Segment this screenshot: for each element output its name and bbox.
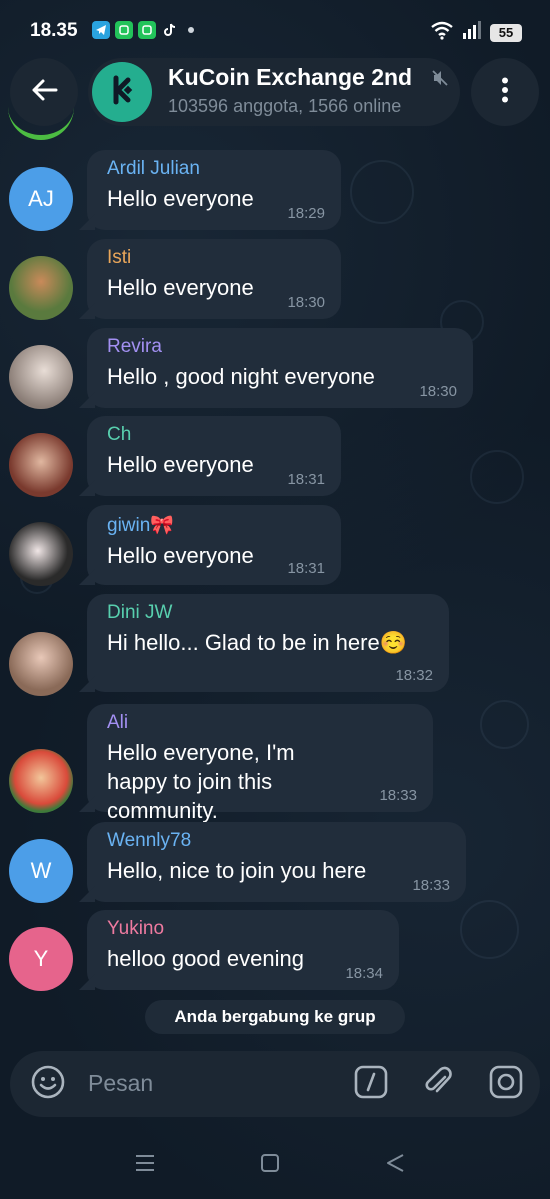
more-vertical-icon [501,77,509,108]
mute-icon [430,68,450,88]
paperclip-icon [421,1065,455,1104]
avatar[interactable] [9,433,73,497]
message-bubble[interactable]: Wennly78 Hello, nice to join you here 18… [87,822,466,902]
message-time: 18:31 [287,560,325,577]
message-time: 18:29 [287,205,325,222]
status-bar: 18.35 55 [0,0,550,60]
avatar[interactable]: W [9,839,73,903]
chat-header[interactable]: KuCoin Exchange 2nd 103596 anggota, 1566… [88,58,460,126]
status-time: 18.35 [30,20,78,41]
arrow-left-icon [30,78,58,107]
emoji-icon [30,1064,66,1105]
message-bubble[interactable]: Ardil Julian Hello everyone 18:29 [87,150,341,230]
message-text: Hello everyone, I'm happy to join this c… [107,740,295,823]
wechat-app-icon-2 [138,21,156,39]
attach-button[interactable] [418,1064,458,1104]
telegram-app-icon [92,21,110,39]
message-text: helloo good evening [107,946,304,971]
message-text: Hello , good night everyone [107,364,375,389]
sender-name[interactable]: Dini JW [107,602,429,624]
home-button[interactable] [257,1152,283,1178]
status-app-icons [92,21,194,39]
message-time: 18:30 [419,383,457,400]
sender-name[interactable]: Ardil Julian [107,158,321,180]
message-input-bar[interactable]: Pesan [10,1051,540,1117]
kucoin-logo-icon [102,70,142,115]
back-nav-button[interactable] [382,1152,408,1178]
avatar[interactable] [9,256,73,320]
camera-button[interactable] [486,1064,526,1104]
wechat-app-icon [115,21,133,39]
slash-command-icon [354,1065,388,1104]
message-bubble[interactable]: Yukino helloo good evening 18:34 [87,910,399,990]
sender-name[interactable]: giwin🎀 [107,513,321,537]
sender-name[interactable]: Revira [107,336,453,358]
avatar[interactable] [9,749,73,813]
message-text: Hello, nice to join you here [107,858,367,883]
camera-icon [489,1065,523,1104]
avatar[interactable] [9,345,73,409]
message-bubble[interactable]: Revira Hello , good night everyone 18:30 [87,328,473,408]
system-message: Anda bergabung ke grup [145,1000,405,1034]
message-time: 18:34 [345,965,383,982]
group-title: KuCoin Exchange 2nd [168,64,413,90]
message-time: 18:30 [287,294,325,311]
message-bubble[interactable]: Ali Hello everyone, I'm happy to join th… [87,704,433,823]
message-bubble[interactable]: Isti Hello everyone 18:30 [87,239,341,319]
recent-apps-button[interactable] [132,1152,158,1178]
message-bubble[interactable]: Ch Hello everyone 18:31 [87,416,341,496]
notification-dot-icon [188,27,194,33]
avatar[interactable]: AJ [9,167,73,231]
back-button[interactable] [10,58,78,126]
group-avatar[interactable] [92,62,152,122]
message-bubble[interactable]: giwin🎀 Hello everyone 18:31 [87,505,341,585]
avatar[interactable] [9,522,73,586]
message-time: 18:32 [395,667,433,684]
message-bubble[interactable]: Dini JW Hi hello... Glad to be in here☺️… [87,594,449,692]
sender-name[interactable]: Ch [107,424,321,446]
avatar[interactable]: Y [9,927,73,991]
avatar[interactable] [9,632,73,696]
triangle-back-icon [384,1153,406,1178]
square-icon [260,1153,280,1178]
sender-name[interactable]: Yukino [107,918,379,940]
message-text: Hi hello... Glad to be in here☺️ [107,630,408,655]
system-navigation-bar [0,1130,550,1199]
bot-commands-button[interactable] [351,1064,391,1104]
sender-name[interactable]: Ali [107,712,413,734]
more-options-button[interactable] [471,58,539,126]
sender-name[interactable]: Isti [107,247,321,269]
signal-icon [462,21,482,44]
wifi-icon [430,20,454,45]
menu-lines-icon [134,1153,156,1178]
message-input[interactable]: Pesan [88,1070,153,1097]
sender-name[interactable]: Wennly78 [107,830,446,852]
member-count: 103596 anggota, 1566 online [168,96,402,116]
message-time: 18:31 [287,471,325,488]
tiktok-app-icon [161,21,179,39]
message-time: 18:33 [412,877,450,894]
battery-indicator: 55 [490,23,522,42]
message-time: 18:33 [379,787,417,804]
emoji-button[interactable] [28,1064,68,1104]
